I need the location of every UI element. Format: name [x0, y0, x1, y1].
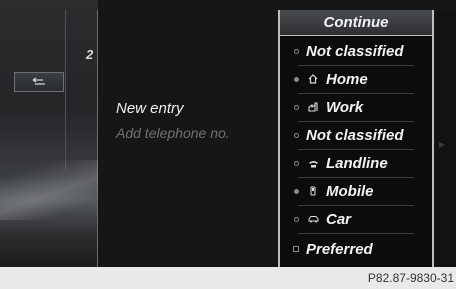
menu-item-not-classified[interactable]: Not classified — [280, 38, 432, 64]
page-number: 2 — [86, 47, 94, 62]
radio-button-selected — [294, 188, 299, 194]
home-icon — [306, 73, 320, 85]
menu-item-preferred[interactable]: Preferred — [280, 236, 432, 262]
menu-item-not-classified[interactable]: Not classified — [280, 122, 432, 148]
continue-label: Continue — [323, 14, 389, 31]
entry-details: New entry Add telephone no. — [116, 100, 230, 141]
figure-caption: P82.87-9830-31 — [367, 271, 454, 285]
menu-item-label: Not classified — [306, 126, 404, 144]
car-phone-icon — [306, 213, 320, 225]
entry-title: New entry — [116, 100, 184, 117]
menu-item-mobile[interactable]: Mobile — [280, 178, 432, 204]
menu-item-car[interactable]: Car — [280, 206, 432, 232]
display-screen: 2 New entry Add telephone no. Continue N… — [0, 0, 456, 267]
back-button[interactable] — [14, 72, 64, 92]
scroll-right-icon: ▸ — [439, 137, 446, 151]
menu-item-home[interactable]: Home — [280, 66, 432, 92]
radio-button-selected — [294, 76, 299, 82]
radio-button — [294, 104, 299, 110]
left-panel — [0, 0, 98, 267]
panel-highlight — [0, 160, 98, 220]
radio-button — [294, 216, 299, 222]
menu-item-landline[interactable]: Landline — [280, 150, 432, 176]
number-category-menu: Continue Not classified Home Work Not cl… — [278, 10, 434, 267]
entry-subtitle: Add telephone no. — [116, 125, 230, 141]
back-arrow-icon — [32, 77, 45, 85]
menu-item-work[interactable]: Work — [280, 94, 432, 120]
radio-button — [294, 160, 299, 166]
work-icon — [306, 101, 320, 113]
menu-item-label: Home — [326, 70, 368, 88]
continue-button[interactable]: Continue — [280, 10, 432, 36]
radio-button — [294, 132, 299, 138]
radio-button — [294, 48, 299, 54]
menu-item-label: Work — [326, 98, 364, 116]
right-edge: ▸ — [436, 10, 456, 267]
menu-item-label: Landline — [326, 154, 388, 172]
menu-item-label: Car — [326, 210, 352, 228]
menu-item-label: Not classified — [306, 42, 404, 60]
checkbox — [293, 246, 299, 252]
menu-item-label: Preferred — [306, 240, 373, 258]
divider — [65, 10, 66, 170]
divider — [298, 233, 414, 234]
menu-item-label: Mobile — [326, 182, 374, 200]
divider — [97, 10, 98, 267]
landline-phone-icon — [306, 157, 320, 169]
mobile-phone-icon — [306, 185, 320, 197]
